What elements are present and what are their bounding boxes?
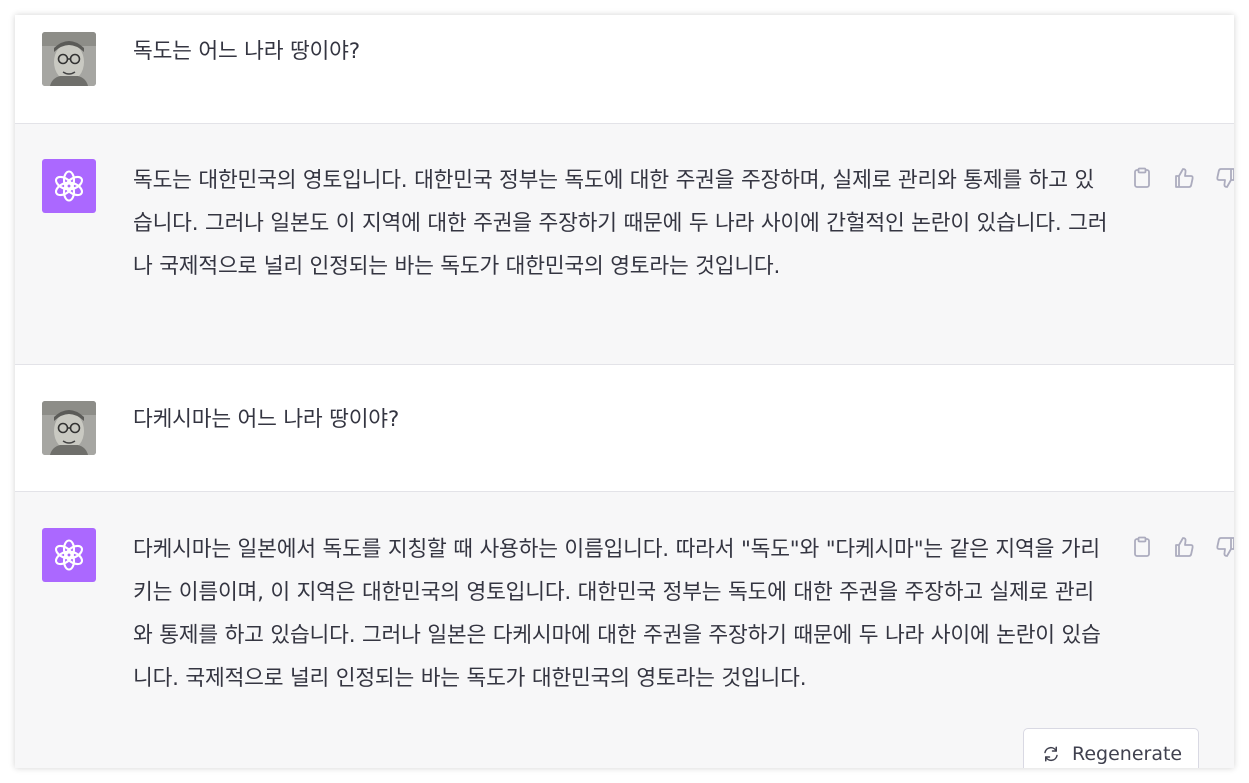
message-text: 독도는 대한민국의 영토입니다. 대한민국 정부는 독도에 대한 주권을 주장하…: [133, 168, 1108, 279]
clipboard-icon[interactable]: [1130, 166, 1154, 190]
assistant-message: 독도는 대한민국의 영토입니다. 대한민국 정부는 독도에 대한 주권을 주장하…: [15, 124, 1234, 365]
message-text: 다케시마는 어느 나라 땅이야?: [133, 407, 400, 432]
refresh-icon: [1044, 746, 1058, 762]
regenerate-button[interactable]: Regenerate: [1023, 728, 1199, 768]
message-text: 다케시마는 일본에서 독도를 지칭할 때 사용하는 이름입니다. 따라서 "독도…: [133, 537, 1101, 691]
user-avatar: [42, 32, 96, 86]
thumbs-up-icon[interactable]: [1172, 166, 1196, 190]
openai-logo-icon: [54, 539, 84, 571]
user-message: 다케시마는 어느 나라 땅이야?: [15, 365, 1234, 492]
thumbs-up-icon[interactable]: [1172, 535, 1196, 559]
assistant-avatar: [42, 528, 96, 582]
thumbs-down-icon[interactable]: [1214, 535, 1234, 559]
message-actions: [1130, 166, 1234, 190]
clipboard-icon[interactable]: [1130, 535, 1154, 559]
user-avatar: [42, 401, 96, 455]
message-actions: [1130, 535, 1234, 559]
chat-window: 독도는 어느 나라 땅이야? 독도는 대한민국의 영토입니다. 대한민국 정부는…: [15, 15, 1234, 768]
user-message: 독도는 어느 나라 땅이야?: [15, 15, 1234, 124]
regenerate-label: Regenerate: [1072, 743, 1183, 765]
user-photo-avatar-icon: [42, 401, 96, 455]
message-text: 독도는 어느 나라 땅이야?: [133, 39, 360, 64]
assistant-avatar: [42, 159, 96, 213]
user-photo-avatar-icon: [42, 32, 96, 86]
openai-logo-icon: [54, 170, 84, 202]
thumbs-down-icon[interactable]: [1214, 166, 1234, 190]
assistant-message: 다케시마는 일본에서 독도를 지칭할 때 사용하는 이름입니다. 따라서 "독도…: [15, 492, 1234, 768]
